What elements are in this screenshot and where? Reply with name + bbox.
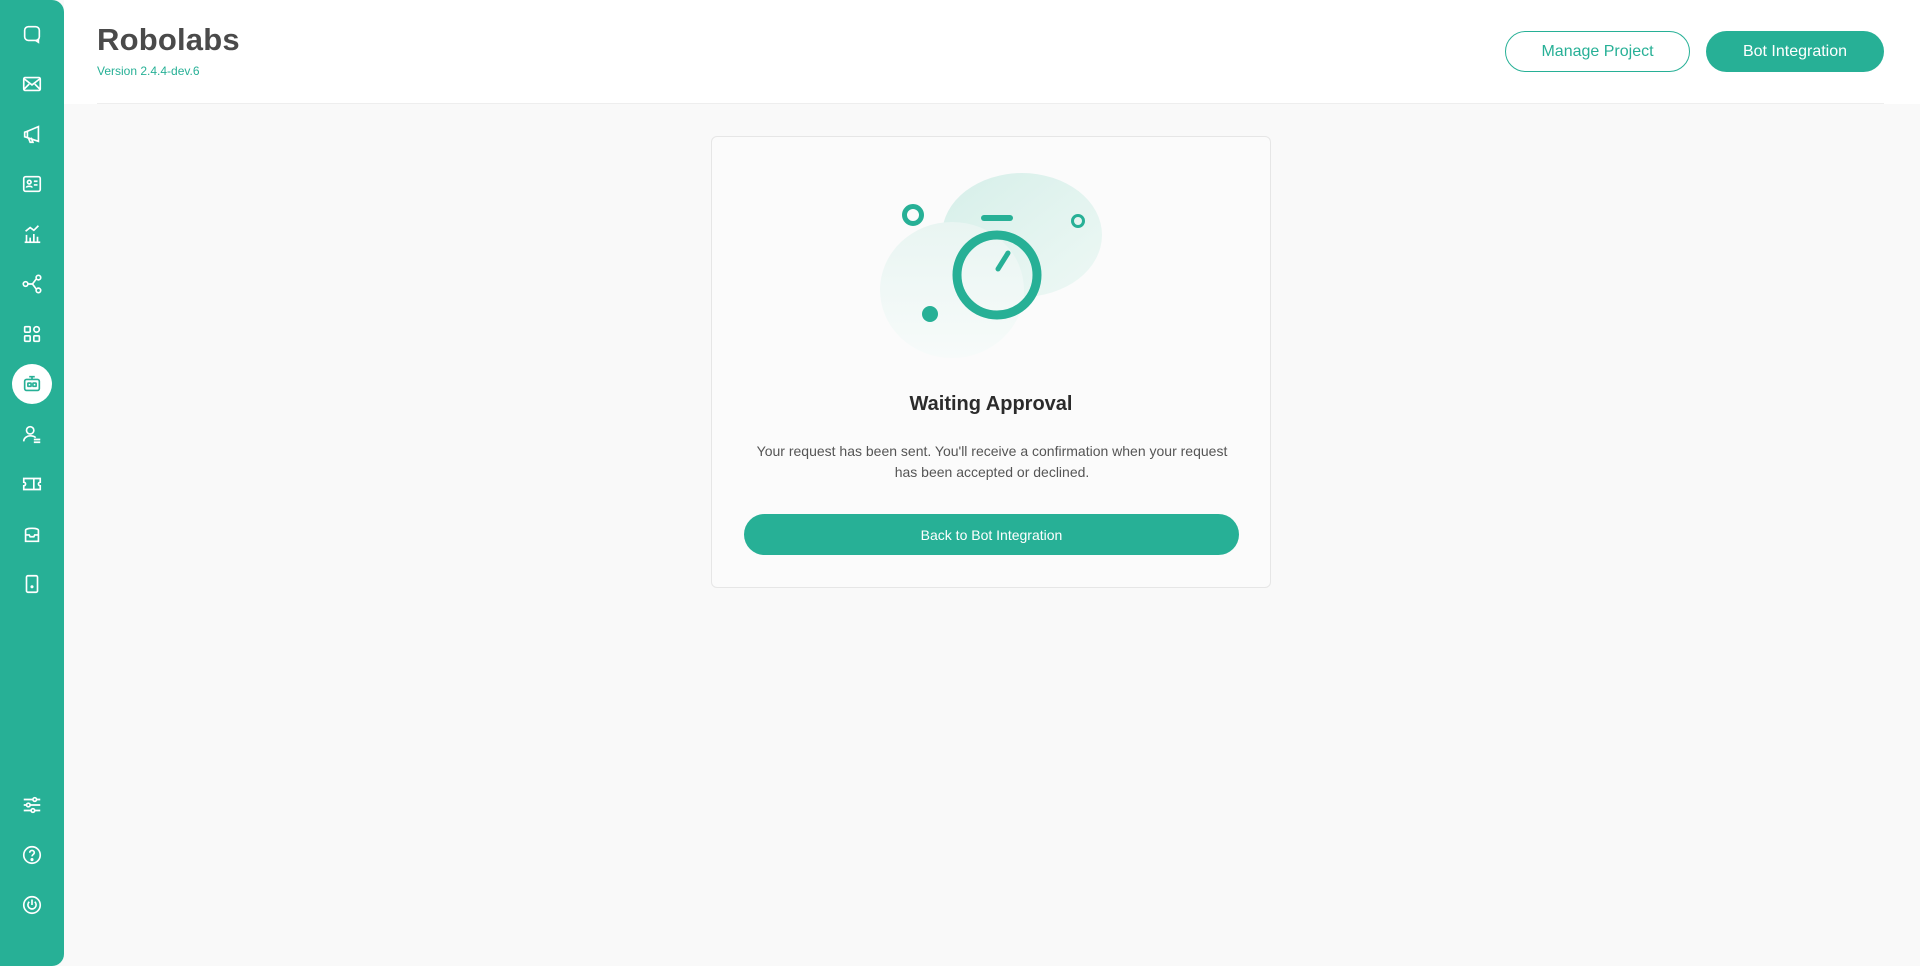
- sidebar-item-chat[interactable]: [12, 14, 52, 54]
- back-to-bot-integration-button[interactable]: Back to Bot Integration: [744, 514, 1239, 555]
- sidebar-item-tickets[interactable]: [12, 464, 52, 504]
- sidebar-item-analytics[interactable]: [12, 214, 52, 254]
- sidebar-item-flow[interactable]: [12, 264, 52, 304]
- sidebar-item-inbox[interactable]: [12, 514, 52, 554]
- manage-project-button[interactable]: Manage Project: [1505, 31, 1690, 72]
- settings-sliders-icon: [23, 796, 41, 814]
- header-divider: [97, 103, 1884, 104]
- mail-icon: [22, 76, 42, 92]
- sidebar-item-settings[interactable]: [12, 785, 52, 825]
- ticket-icon: [22, 477, 42, 491]
- analytics-icon: [24, 225, 41, 244]
- page-title: Robolabs: [97, 22, 240, 57]
- sidebar-item-mail[interactable]: [12, 64, 52, 104]
- contact-card-icon: [22, 175, 42, 193]
- sidebar-item-device[interactable]: [12, 564, 52, 604]
- app-version: Version 2.4.4-dev.6: [97, 64, 200, 78]
- sidebar-item-help[interactable]: [12, 835, 52, 875]
- help-icon: [22, 845, 42, 865]
- sidebar-item-broadcast[interactable]: [12, 114, 52, 154]
- stopwatch-icon: [880, 173, 1102, 358]
- card-description: Your request has been sent. You'll recei…: [756, 443, 1228, 480]
- sidebar-item-apps[interactable]: [12, 314, 52, 354]
- megaphone-icon: [23, 125, 40, 144]
- approval-card: Waiting Approval Your request has been s…: [711, 136, 1271, 588]
- card-title: Waiting Approval: [909, 393, 1073, 415]
- sidebar: [0, 0, 64, 966]
- inbox-icon: [24, 527, 40, 543]
- power-icon: [22, 895, 42, 915]
- chat-icon: [23, 25, 41, 44]
- sidebar-item-contacts[interactable]: [12, 164, 52, 204]
- bot-integration-button[interactable]: Bot Integration: [1706, 31, 1884, 72]
- sidebar-item-bot[interactable]: [12, 364, 52, 404]
- sidebar-item-logout[interactable]: [12, 885, 52, 925]
- apps-grid-icon: [23, 325, 41, 343]
- sidebar-item-agents[interactable]: [12, 414, 52, 454]
- device-icon: [25, 574, 39, 594]
- bot-icon: [23, 375, 41, 392]
- flow-icon: [22, 274, 42, 294]
- agent-icon: [22, 425, 41, 444]
